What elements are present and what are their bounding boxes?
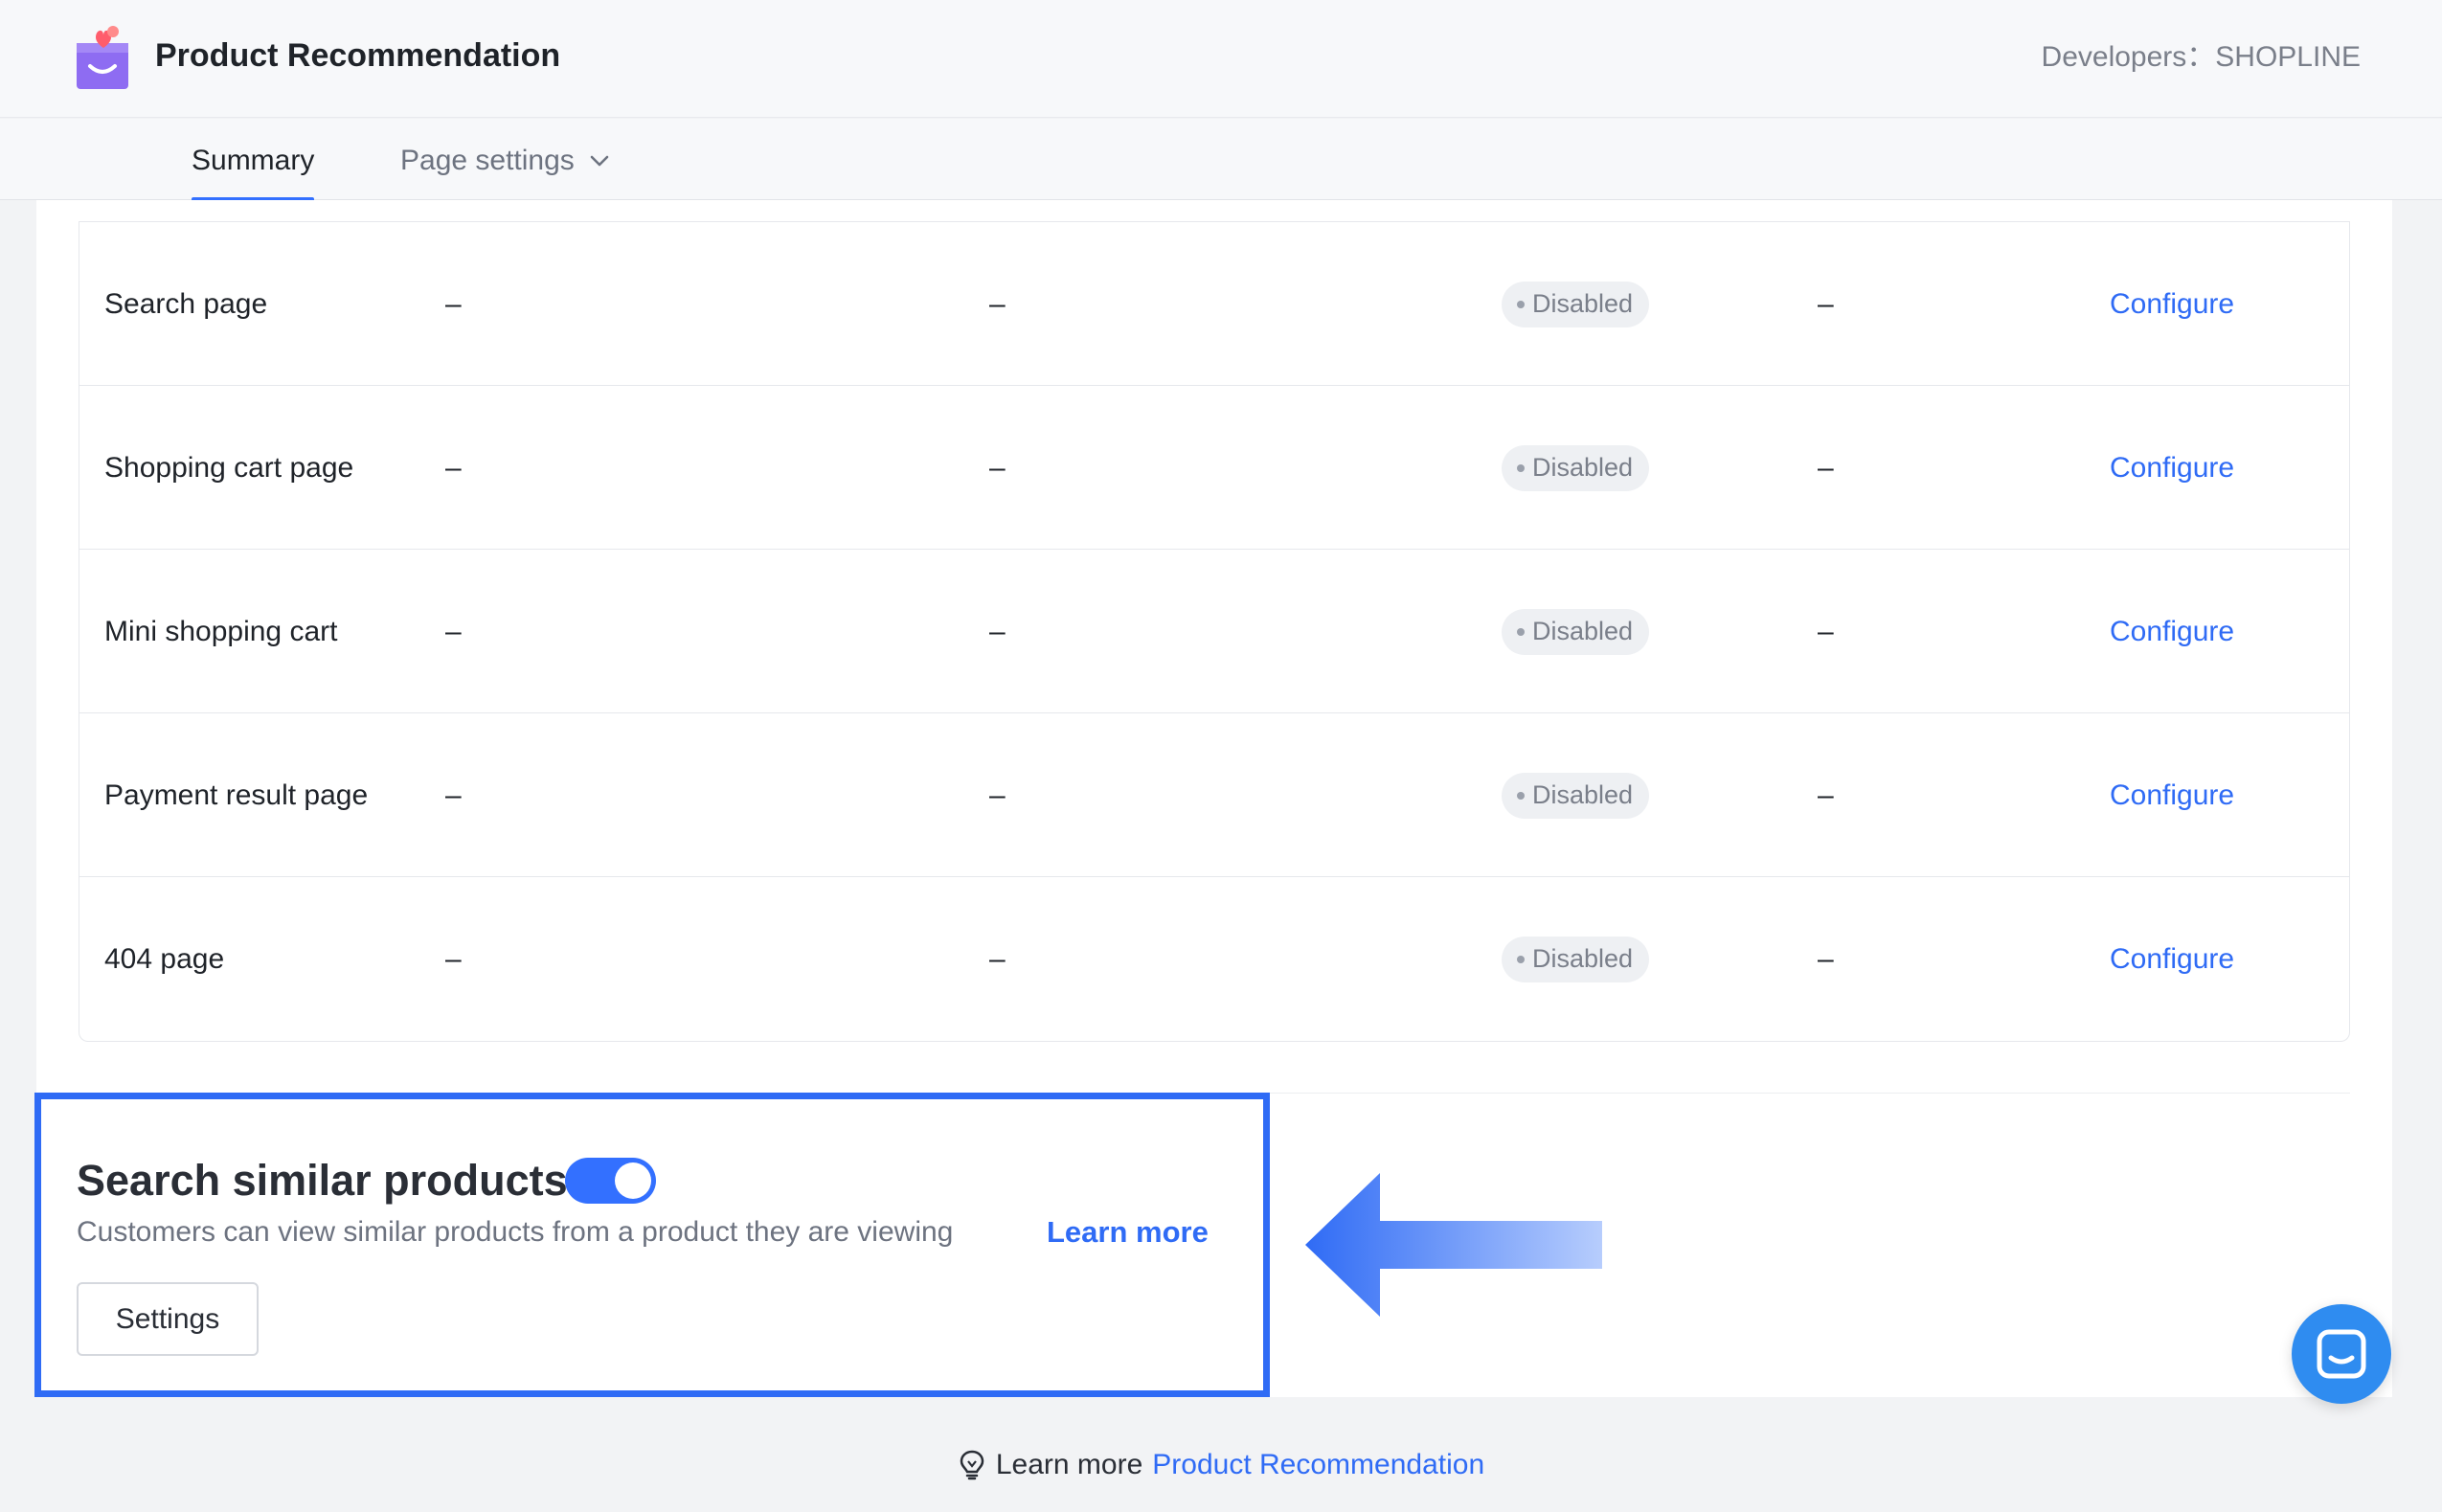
status-dot-icon <box>1517 463 1525 472</box>
status-badge: Disabled <box>1502 444 1650 491</box>
row-name: 404 page <box>104 942 225 975</box>
configure-link[interactable]: Configure <box>2110 386 2234 550</box>
status-label: Disabled <box>1532 453 1634 482</box>
tab-page-settings-label: Page settings <box>400 145 575 176</box>
row-value: – <box>445 615 462 647</box>
settings-button[interactable]: Settings <box>77 1282 259 1356</box>
configure-link[interactable]: Configure <box>2110 877 2234 1041</box>
row-name: Mini shopping cart <box>104 615 338 647</box>
row-name: Search page <box>104 287 268 320</box>
feature-description: Customers can view similar products from… <box>77 1216 954 1248</box>
row-value: – <box>1818 287 1834 320</box>
row-value: – <box>445 942 462 975</box>
row-value: – <box>989 451 1006 484</box>
app-title: Product Recommendation <box>155 37 561 74</box>
row-name: Payment result page <box>104 779 369 811</box>
status-label: Disabled <box>1532 289 1634 318</box>
toggle-knob <box>615 1162 651 1199</box>
tab-bar: Summary Page settings <box>0 119 2442 202</box>
chat-icon <box>2317 1329 2366 1379</box>
app-header: Product Recommendation Developers：SHOPLI… <box>0 0 2442 118</box>
status-badge: Disabled <box>1502 772 1650 819</box>
row-value: – <box>1818 615 1834 647</box>
footer-product-link[interactable]: Product Recommendation <box>1152 1449 1484 1481</box>
row-value: – <box>989 942 1006 975</box>
row-value: – <box>1818 779 1834 811</box>
row-value: – <box>1818 451 1834 484</box>
row-value: – <box>989 779 1006 811</box>
configure-link[interactable]: Configure <box>2110 550 2234 713</box>
shopping-bag-heart-icon <box>77 26 128 89</box>
page-placement-table: Search page – – Disabled – Configure Sho… <box>79 221 2350 1042</box>
status-label: Disabled <box>1532 780 1634 809</box>
footer: Learn more Product Recommendation <box>0 1441 2442 1489</box>
status-label: Disabled <box>1532 944 1634 973</box>
chat-button[interactable] <box>2292 1304 2391 1404</box>
status-dot-icon <box>1517 300 1525 308</box>
feature-title: Search similar products <box>77 1156 568 1205</box>
status-cell: Disabled <box>1502 222 1650 386</box>
feature-toggle[interactable] <box>565 1158 656 1204</box>
status-cell: Disabled <box>1502 386 1650 550</box>
status-cell: Disabled <box>1502 877 1650 1041</box>
status-badge: Disabled <box>1502 608 1650 655</box>
table-row: Payment result page – – Disabled – Confi… <box>79 712 2349 876</box>
configure-link[interactable]: Configure <box>2110 713 2234 877</box>
left-arrow-icon <box>1305 1173 1602 1317</box>
table-row: 404 page – – Disabled – Configure <box>79 876 2349 1040</box>
row-value: – <box>445 451 462 484</box>
tab-summary-label: Summary <box>192 145 315 176</box>
status-badge: Disabled <box>1502 936 1650 982</box>
status-dot-icon <box>1517 791 1525 800</box>
row-value: – <box>445 287 462 320</box>
status-dot-icon <box>1517 627 1525 636</box>
configure-link[interactable]: Configure <box>2110 222 2234 386</box>
status-cell: Disabled <box>1502 713 1650 877</box>
tab-page-settings[interactable]: Page settings <box>400 142 611 180</box>
row-value: – <box>445 779 462 811</box>
table-row: Search page – – Disabled – Configure <box>79 221 2349 385</box>
lightbulb-icon <box>960 1450 984 1480</box>
developer-info: Developers：SHOPLINE <box>2041 41 2361 73</box>
row-name: Shopping cart page <box>104 451 354 484</box>
status-dot-icon <box>1517 955 1525 963</box>
status-cell: Disabled <box>1502 550 1650 713</box>
status-label: Disabled <box>1532 617 1634 645</box>
row-value: – <box>989 287 1006 320</box>
status-badge: Disabled <box>1502 281 1650 327</box>
footer-text: Learn more <box>995 1449 1143 1480</box>
table-row: Shopping cart page – – Disabled – Config… <box>79 385 2349 549</box>
table-row: Mini shopping cart – – Disabled – Config… <box>79 549 2349 712</box>
row-value: – <box>1818 942 1834 975</box>
row-value: – <box>989 615 1006 647</box>
tab-summary[interactable]: Summary <box>192 142 315 202</box>
learn-more-link[interactable]: Learn more <box>1047 1213 1209 1252</box>
chevron-down-icon <box>590 155 609 167</box>
